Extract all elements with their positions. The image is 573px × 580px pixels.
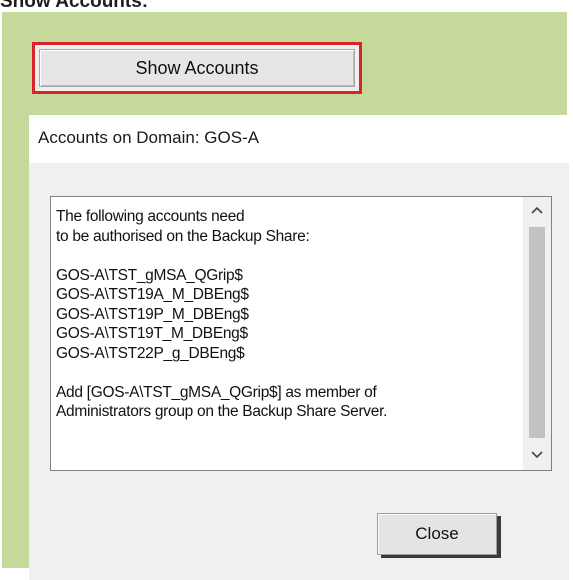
dialog-header: Accounts on Domain: GOS-A bbox=[29, 115, 569, 163]
green-panel: Show Accounts Accounts on Domain: GOS-A … bbox=[2, 12, 569, 580]
vertical-scrollbar[interactable] bbox=[523, 197, 551, 470]
message-line: Add [GOS-A\TST_gMSA_QGrip$] as member of bbox=[56, 383, 377, 401]
message-line bbox=[56, 363, 496, 383]
scrollbar-thumb[interactable] bbox=[529, 227, 545, 438]
message-line: The following accounts need bbox=[56, 208, 245, 225]
accounts-textbox[interactable]: The following accounts need to be author… bbox=[50, 196, 552, 471]
close-button[interactable]: Close bbox=[377, 513, 497, 555]
account-line: GOS-A\TST19A_M_DBEng$ bbox=[56, 286, 249, 303]
show-accounts-button[interactable]: Show Accounts bbox=[39, 49, 355, 87]
account-line: GOS-A\TST_gMSA_QGrip$ bbox=[56, 266, 243, 284]
message-line: to be authorised on the Backup Share: bbox=[56, 227, 310, 245]
highlight-frame: Show Accounts bbox=[32, 42, 362, 94]
chevron-down-icon[interactable] bbox=[523, 444, 551, 466]
dialog-title: Accounts on Domain: GOS-A bbox=[38, 128, 260, 147]
chevron-up-icon[interactable] bbox=[523, 199, 551, 221]
accounts-message: The following accounts need to be author… bbox=[56, 207, 496, 422]
account-line: GOS-A\TST19P_M_DBEng$ bbox=[56, 305, 249, 323]
accounts-dialog: Accounts on Domain: GOS-A The following … bbox=[29, 115, 569, 580]
account-line: GOS-A\TST19T_M_DBEng$ bbox=[56, 325, 248, 342]
account-line: GOS-A\TST22P_g_DBEng$ bbox=[56, 344, 245, 362]
message-line bbox=[56, 246, 496, 266]
message-line: Administrators group on the Backup Share… bbox=[56, 403, 388, 420]
